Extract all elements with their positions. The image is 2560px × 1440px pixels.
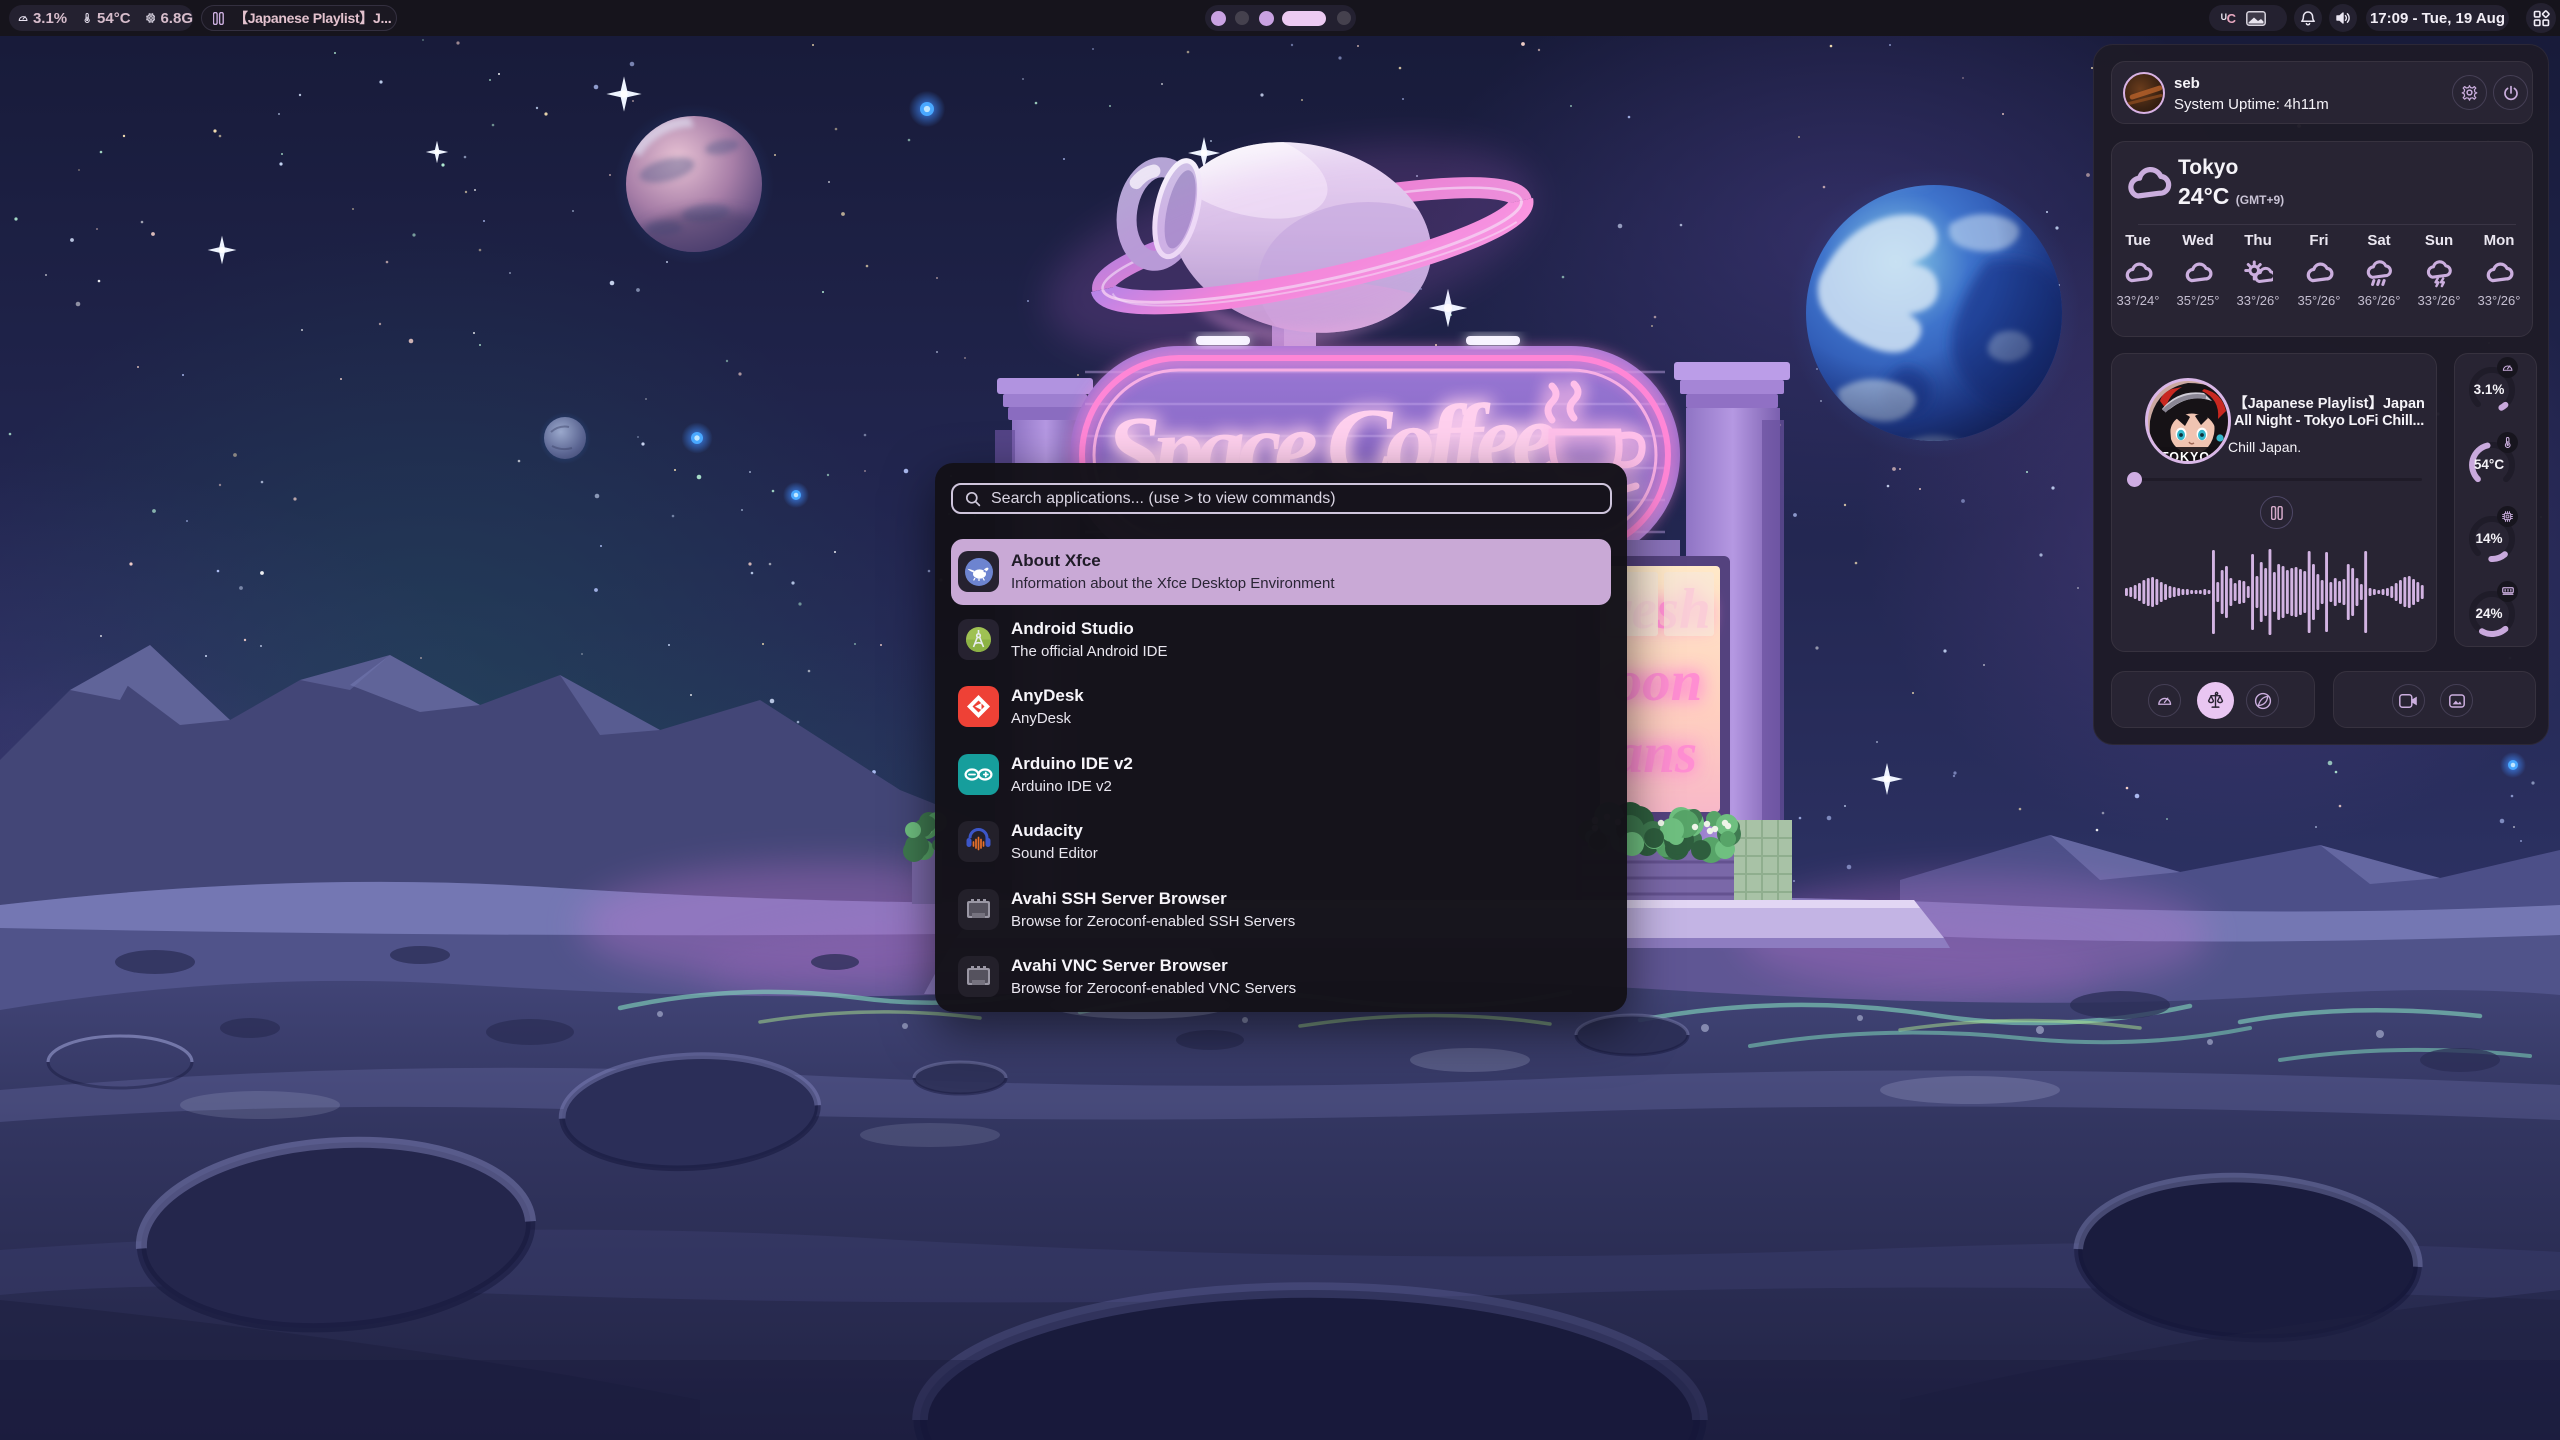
svg-text:TOKYO L: TOKYO L: [2161, 450, 2223, 464]
svg-text:ans: ans: [1615, 722, 1697, 785]
